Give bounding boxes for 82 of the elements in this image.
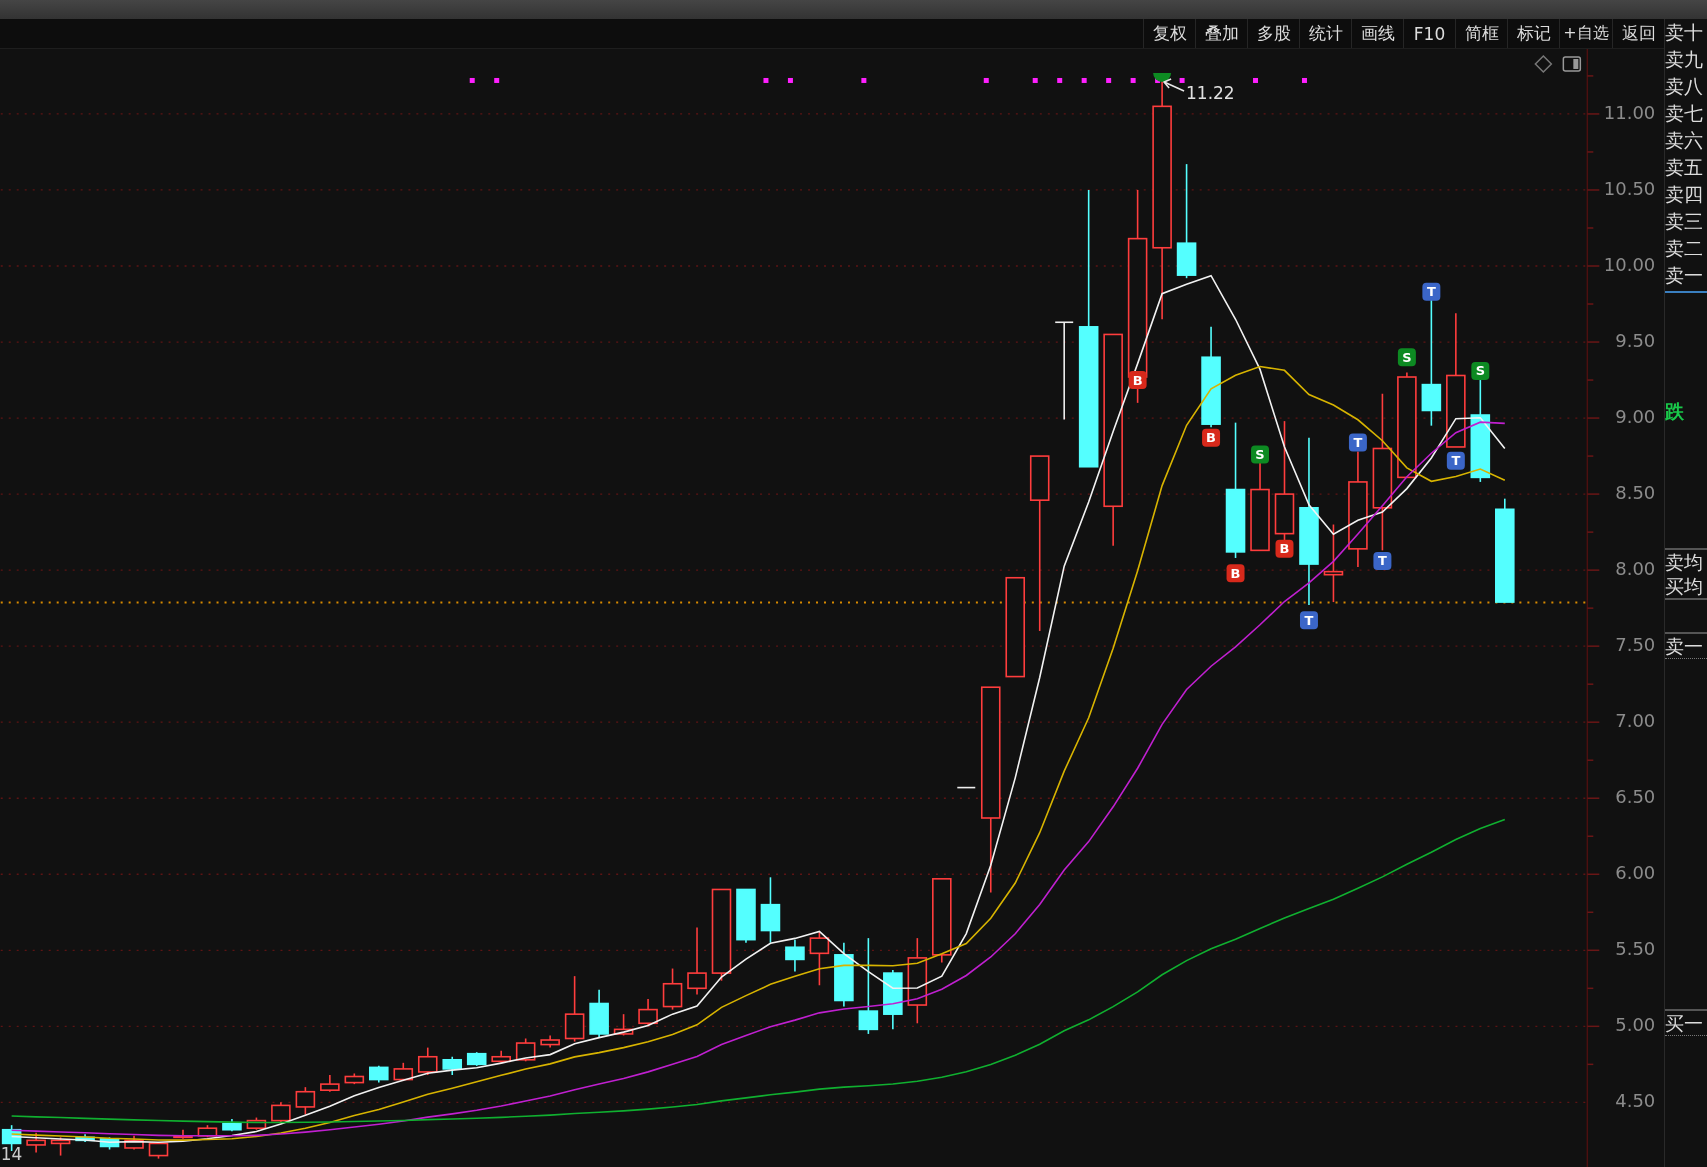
candlestick [564, 975, 585, 1043]
candlestick [760, 876, 781, 944]
price-label: 5.00 [1615, 1014, 1656, 1036]
price-label: 10.50 [1603, 177, 1656, 199]
order-level-label: 卖三 [1665, 209, 1704, 234]
panel-toggle-icon[interactable] [1562, 56, 1582, 72]
order-level-label: 卖二 [1665, 236, 1704, 261]
signal-marker: S [1471, 361, 1490, 380]
candlestick [246, 1116, 267, 1131]
signal-marker: S [1397, 348, 1416, 367]
signal-marker: B [1202, 428, 1221, 447]
average-label: 卖均 [1665, 550, 1704, 574]
candlestick [442, 1055, 463, 1076]
price-label: 6.50 [1615, 786, 1656, 808]
candlestick [736, 888, 756, 944]
candlestick [393, 1062, 414, 1082]
signal-marker: B [1226, 564, 1245, 583]
signal-marker: S [1251, 445, 1269, 464]
price-label: 5.50 [1615, 938, 1656, 960]
average-label: 买均 [1665, 574, 1704, 598]
high-price-label: 11.22 [1186, 82, 1235, 103]
order-level-label: 买一 [1665, 1011, 1704, 1035]
price-label: 8.50 [1615, 482, 1656, 504]
signal-marker: T [1422, 282, 1441, 301]
price-label: 7.50 [1615, 634, 1656, 656]
signal-marker: T [1348, 433, 1367, 452]
diamond-icon[interactable] [1534, 54, 1553, 74]
candlestick [320, 1074, 340, 1093]
candlestick [956, 786, 977, 789]
candlestick [589, 989, 609, 1038]
candlestick [295, 1086, 316, 1116]
price-label: 4.50 [1615, 1090, 1656, 1112]
date-label: 14 [0, 1144, 23, 1164]
candlestick [99, 1136, 120, 1151]
order-level-label: 卖七 [1665, 101, 1704, 126]
candlestick [638, 998, 658, 1028]
candlestick [75, 1133, 95, 1143]
price-label: 9.00 [1615, 406, 1656, 428]
candlestick [515, 1037, 536, 1063]
candlestick [491, 1049, 511, 1064]
candlestick [613, 1013, 634, 1037]
candlestick [50, 1136, 71, 1157]
order-level-label: 卖五 [1665, 155, 1704, 180]
order-level-label: 卖六 [1665, 128, 1704, 153]
candlestick [834, 941, 854, 1008]
leader-arrow [1162, 78, 1185, 92]
candlestick [222, 1118, 242, 1133]
candlestick [662, 967, 683, 1011]
marker-icon [1153, 73, 1172, 82]
price-label: 11.00 [1603, 101, 1656, 123]
price-label: 7.00 [1615, 710, 1656, 732]
limit-label: 跌 [1665, 399, 1685, 424]
candlestick [785, 938, 805, 973]
candlestick [26, 1131, 46, 1154]
order-level-label: 卖一 [1665, 634, 1704, 658]
price-label: 8.00 [1615, 558, 1656, 580]
candlestick [271, 1101, 291, 1125]
candlestick [148, 1141, 169, 1160]
candlestick [540, 1034, 560, 1049]
order-level-label: 卖四 [1665, 182, 1704, 207]
order-level-label: 卖一 [1665, 263, 1704, 288]
signal-marker: T [1373, 552, 1392, 570]
price-label: 9.50 [1615, 330, 1656, 352]
signal-marker: T [1300, 611, 1318, 630]
signal-marker: B [1128, 371, 1147, 390]
candlestick [687, 926, 707, 996]
order-level-label: 卖十 [1665, 20, 1704, 45]
candlestick [417, 1046, 438, 1076]
price-label: 10.00 [1603, 254, 1656, 275]
signal-marker: B [1275, 539, 1294, 558]
toolbar-button[interactable]: +自选 [1559, 19, 1612, 48]
order-level-label: 卖八 [1665, 74, 1704, 99]
order-level-label: 卖九 [1665, 47, 1704, 72]
signal-marker: T [1446, 451, 1465, 470]
candlestick [124, 1135, 144, 1151]
candlestick [883, 969, 903, 1031]
price-label: 6.00 [1615, 862, 1656, 884]
candlestick [173, 1128, 193, 1140]
candlestick [344, 1072, 365, 1085]
candlestick [809, 931, 830, 987]
candlestick [369, 1065, 389, 1084]
candlestick [466, 1051, 487, 1067]
